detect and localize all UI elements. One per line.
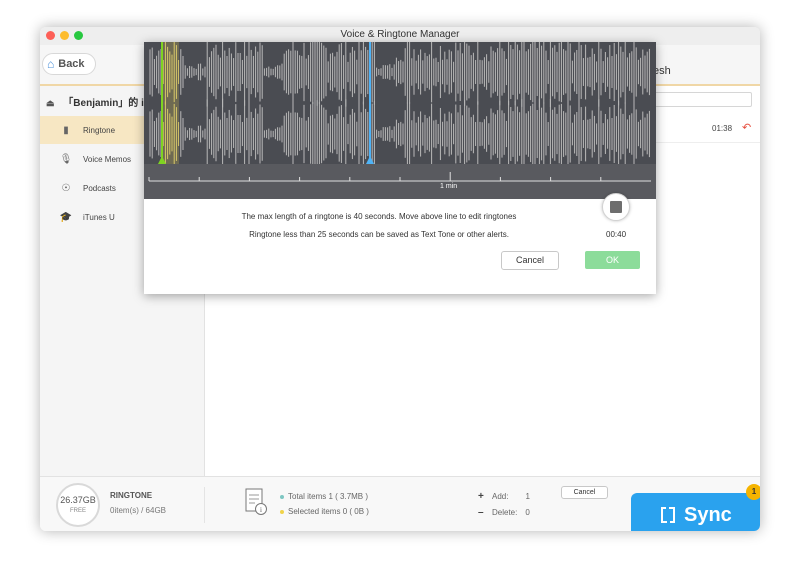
sync-button[interactable]: Sync xyxy=(631,493,760,531)
stop-icon xyxy=(610,201,622,213)
waveform xyxy=(149,42,650,164)
total-items-row: Total items 1 ( 3.7MB ) xyxy=(280,492,368,501)
stop-button[interactable] xyxy=(602,193,630,221)
plus-icon: + xyxy=(478,491,484,502)
ringtone-duration: 01:38 xyxy=(712,124,733,133)
undo-icon[interactable]: ↶ xyxy=(742,121,751,134)
add-count: 1 xyxy=(525,492,530,501)
selected-items: Selected items 0 ( 0B ) xyxy=(288,507,369,516)
total-items: Total items 1 ( 3.7MB ) xyxy=(288,492,369,501)
sidebar-item-label: Ringtone xyxy=(83,125,116,135)
section-label: RINGTONE xyxy=(110,491,153,500)
home-icon: ⌂ xyxy=(47,57,55,71)
search-input[interactable] xyxy=(652,92,752,107)
add-label: Add: xyxy=(492,492,509,501)
microphone-icon: 🎙 xyxy=(59,153,73,165)
status-footer: 26.37GB FREE RINGTONE 0item(s) / 64GB i … xyxy=(40,476,760,531)
bullet-icon xyxy=(280,494,284,499)
minus-icon: – xyxy=(478,507,484,518)
delete-count: 0 xyxy=(525,508,530,517)
waveform-panel[interactable] xyxy=(144,42,656,164)
storage-free-label: FREE xyxy=(69,508,86,514)
window-title: Voice & Ringtone Manager xyxy=(340,29,460,40)
usage-text: 0item(s) / 64GB xyxy=(110,506,167,515)
eject-icon[interactable]: ⏏ xyxy=(46,98,55,108)
sidebar-item-label: Voice Memos xyxy=(83,154,132,164)
podcast-icon: ☉ xyxy=(61,182,71,194)
svg-text:i: i xyxy=(260,506,262,514)
bullet-icon xyxy=(280,509,284,514)
waveform-bars xyxy=(149,42,650,164)
delete-row: – Delete: 0 xyxy=(478,507,530,518)
sync-label: Sync xyxy=(684,503,732,526)
divider xyxy=(204,487,205,523)
cancel-button[interactable]: Cancel xyxy=(501,251,559,270)
playhead-handle[interactable] xyxy=(366,156,374,164)
sync-badge: 1 xyxy=(746,484,760,500)
storage-gauge: 26.37GB FREE xyxy=(56,483,100,527)
graduation-cap-icon: 🎓 xyxy=(59,211,73,223)
storage-free-value: 26.37GB xyxy=(60,495,96,505)
max-length-message: The max length of a ringtone is 40 secon… xyxy=(241,212,517,221)
ringtone-icon: ▮ xyxy=(63,124,69,136)
timeline-ticks xyxy=(148,172,651,182)
back-label: Back xyxy=(58,58,85,70)
add-row: + Add: 1 xyxy=(478,491,530,502)
footer-cancel-button[interactable]: Cancel xyxy=(561,486,608,499)
sidebar-item-label: Podcasts xyxy=(83,183,116,193)
back-button[interactable]: ⌂ Back xyxy=(42,53,96,75)
delete-label: Delete: xyxy=(492,508,518,517)
sync-icon xyxy=(661,507,675,523)
ok-button[interactable]: OK xyxy=(585,251,640,269)
playback-time: 00:40 xyxy=(606,230,627,239)
selected-items-row: Selected items 0 ( 0B ) xyxy=(280,507,369,516)
timeline-ruler[interactable]: 1 min xyxy=(144,164,656,199)
timeline-label: 1 min xyxy=(440,183,458,190)
text-tone-message: Ringtone less than 25 seconds can be sav… xyxy=(249,230,509,239)
document-info-icon: i xyxy=(245,488,267,515)
sidebar-item-label: iTunes U xyxy=(83,212,115,222)
ringtone-editor-dialog: 1 min The max length of a ringtone is 40… xyxy=(144,42,656,294)
